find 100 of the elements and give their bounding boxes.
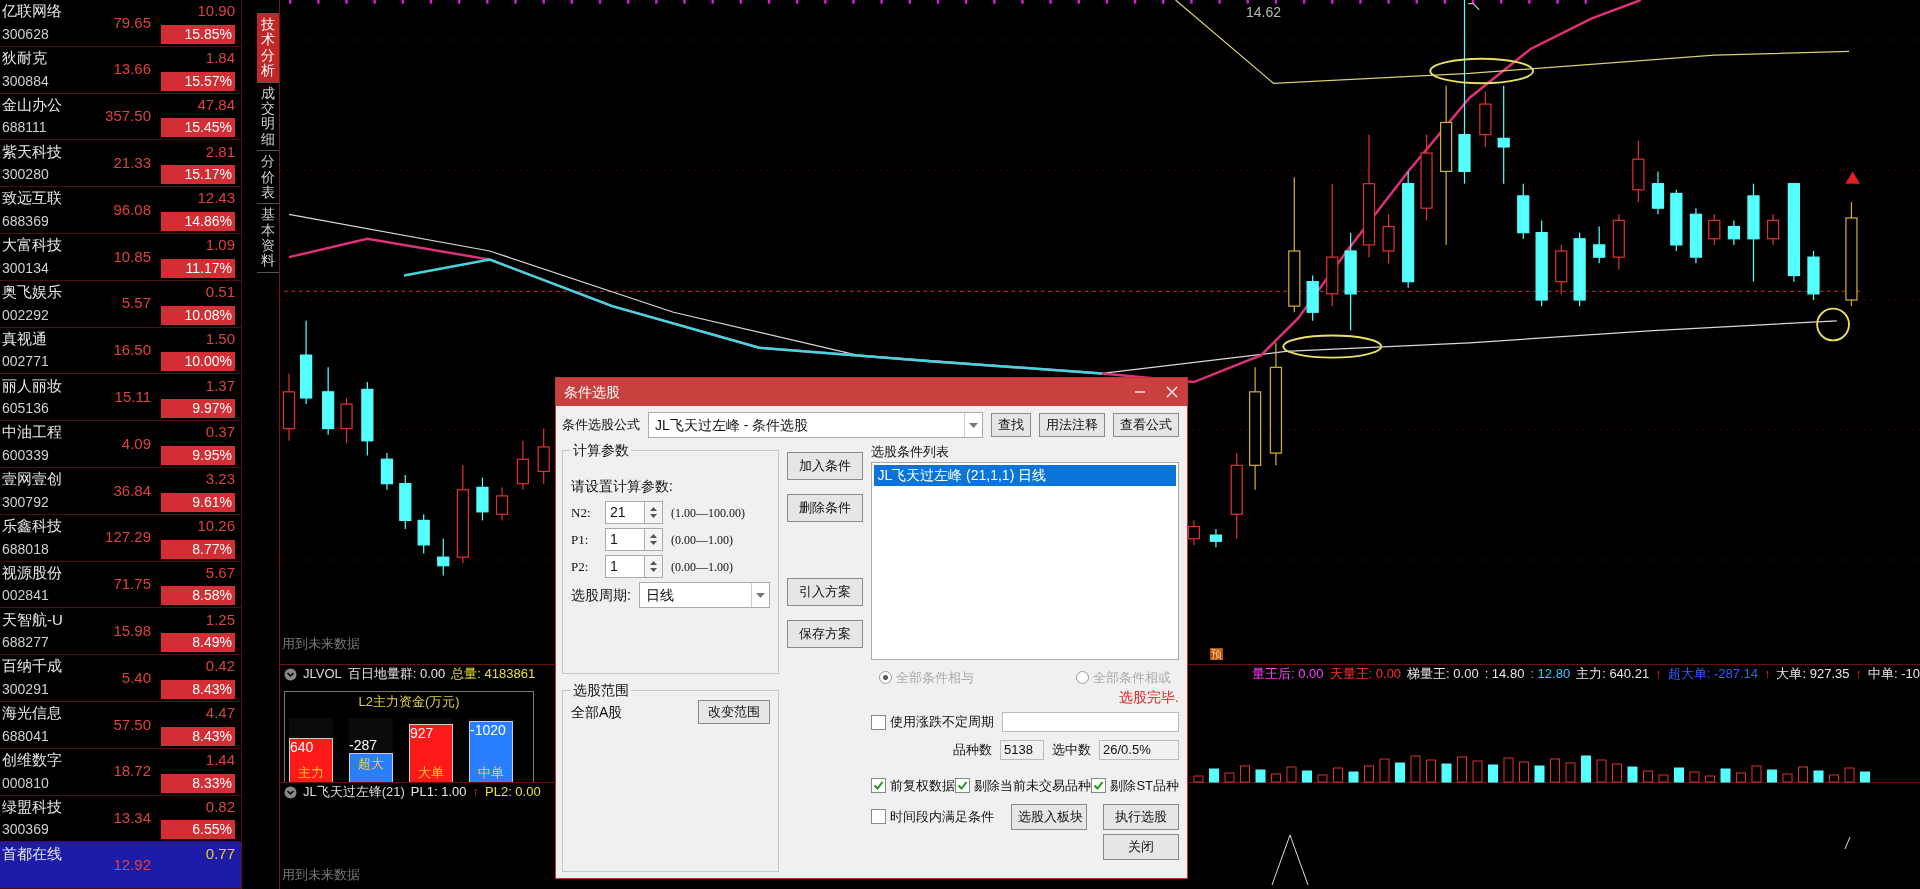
dialog-button[interactable]: 改变范围 (698, 700, 771, 724)
percent-change: 10.00% (161, 352, 235, 372)
volume-bar (1689, 771, 1700, 783)
stock-row[interactable]: 紫天科技 300280 21.33 2.81 15.17% (0, 140, 241, 188)
indicator-value: : 12.80 (1530, 665, 1571, 684)
volume-bar (1674, 767, 1684, 783)
candlestick (1612, 213, 1625, 270)
volume-bar (1829, 774, 1839, 783)
price-change: 3.23 (205, 469, 235, 490)
stock-row[interactable]: 壹网壹创 300792 36.84 3.23 9.61% (0, 467, 241, 515)
stock-name: 紫天科技 (2, 141, 63, 162)
stock-row[interactable]: 海光信息 688041 57.50 4.47 8.43% (0, 701, 241, 749)
side-tab[interactable]: 技术分析 (257, 14, 279, 83)
dialog-button[interactable]: 加入条件 (787, 452, 864, 480)
formula-dropdown[interactable]: JL飞天过左峰 - 条件选股 (648, 412, 983, 438)
indicator-value: 百日地量群: 0.00 (347, 665, 446, 684)
candlestick (437, 538, 450, 577)
stock-row[interactable]: 中油工程 600339 4.09 0.37 9.95% (0, 421, 241, 468)
signal-line (1271, 834, 1309, 886)
dialog-button[interactable]: 保存方案 (787, 620, 864, 648)
indicator-value: 主力: 640.21 (1576, 665, 1650, 684)
field-label: 选股周期: (571, 585, 631, 605)
stock-name: 百纳千成 (2, 656, 63, 677)
tick-icon (957, 780, 969, 792)
highlight-circle (1816, 307, 1850, 342)
stock-name: 海光信息 (2, 703, 63, 724)
stock-row[interactable]: 亿联网络 300628 79.65 10.90 15.85% (0, 0, 241, 47)
dialog-button[interactable]: 查看公式 (1113, 413, 1179, 437)
dialog-button[interactable]: 用法注释 (1039, 413, 1105, 437)
stock-row[interactable]: 奥飞娱乐 002292 5.57 0.51 10.08% (0, 280, 241, 328)
volume-bar (1317, 774, 1328, 783)
dialog-button[interactable]: 选股入板块 (1011, 803, 1087, 830)
signal-line (1844, 836, 1851, 850)
checkbox[interactable] (955, 778, 971, 794)
dialog-button[interactable]: 关闭 (1103, 833, 1179, 860)
volume-bar (1302, 770, 1312, 783)
side-tab[interactable]: 基本资料 (257, 204, 279, 273)
close-icon[interactable] (1165, 385, 1179, 399)
price-change: 47.84 (197, 94, 235, 115)
stock-row[interactable]: 创维数字 000810 18.72 1.44 8.33% (0, 748, 241, 796)
spin-field[interactable]: 21 (605, 501, 645, 524)
volume-bar (1240, 765, 1250, 783)
panel-title: L2主力资金(万元) (358, 693, 460, 711)
stock-price: 71.75 (113, 574, 151, 595)
list-item[interactable]: JL飞天过左峰 (21,1,1) 日线 (874, 464, 1176, 486)
spin-field[interactable]: 1 (605, 555, 645, 578)
stock-row[interactable]: 金山办公 688111 357.50 47.84 15.45% (0, 93, 241, 141)
radio-button[interactable] (879, 670, 893, 684)
radio-label: 全部条件相或 (1093, 668, 1171, 687)
collapse-icon[interactable] (284, 667, 297, 681)
param-label: P2: (571, 557, 590, 576)
percent-change: 8.43% (161, 680, 235, 699)
stock-price: 10.85 (113, 246, 151, 267)
stock-row[interactable]: 百纳千成 300291 5.40 0.42 8.43% (0, 655, 241, 702)
field-label: 条件选股公式 (562, 416, 640, 435)
stock-code: 605136 (2, 399, 50, 419)
checkbox[interactable] (871, 778, 887, 794)
stock-row[interactable]: 首都在线 12.92 0.77 (0, 842, 241, 889)
percent-change: 9.97% (161, 399, 235, 419)
price-change: 0.37 (205, 422, 235, 443)
dialog-button[interactable]: 查找 (991, 413, 1031, 437)
checkbox[interactable] (1091, 778, 1107, 794)
candlestick (476, 476, 489, 521)
radio-button[interactable] (1076, 670, 1089, 684)
side-tab[interactable]: 分价表 (257, 151, 279, 205)
stock-row[interactable]: 大富科技 300134 10.85 1.09 11.17% (0, 234, 241, 281)
dialog-button[interactable]: 执行选股 (1103, 803, 1179, 830)
stock-row[interactable]: 天智航-U 688277 15.98 1.25 8.49% (0, 608, 241, 656)
indicator-name: JLVOL (303, 665, 342, 684)
param-label: P1: (571, 530, 590, 549)
checkbox[interactable] (871, 714, 887, 730)
bar-label: 主力 (297, 763, 325, 782)
dialog-button[interactable]: 删除条件 (787, 494, 864, 522)
volume-bar (1410, 755, 1421, 783)
spin-field[interactable]: 1 (605, 528, 645, 551)
checkbox[interactable] (871, 809, 887, 824)
stock-row[interactable]: 乐鑫科技 688018 127.29 10.26 8.77% (0, 514, 241, 562)
candlestick (340, 397, 353, 444)
collapse-icon[interactable] (284, 785, 297, 799)
input-field[interactable] (1002, 712, 1179, 732)
stock-row[interactable]: 真视通 002771 16.50 1.50 10.00% (0, 327, 241, 375)
stock-code: 688041 (2, 726, 50, 746)
period-dropdown[interactable]: 日线 (638, 582, 771, 608)
percent-change: 8.43% (161, 726, 235, 746)
warning-note: 用到未来数据 (282, 866, 360, 884)
stock-row[interactable]: 致远互联 688369 96.08 12.43 14.86% (0, 187, 241, 234)
indicator-value: : 14.80 (1484, 665, 1525, 684)
dialog-button[interactable]: 引入方案 (787, 578, 864, 606)
stock-row[interactable]: 丽人丽妆 605136 15.11 1.37 9.97% (0, 374, 241, 422)
price-change: 1.09 (205, 235, 235, 256)
price-change: 1.44 (205, 749, 235, 770)
window-title: 条件选股 (564, 382, 620, 402)
arrow-icon: ↑ (1764, 664, 1771, 684)
candlestick (1632, 140, 1645, 203)
volume-bar (1534, 765, 1545, 783)
stock-row[interactable]: 狄耐克 300884 13.66 1.84 15.57% (0, 46, 241, 94)
volume-bar (1596, 759, 1607, 783)
price-change: 2.81 (205, 141, 235, 162)
stock-code: 688111 (2, 118, 48, 138)
stock-row[interactable]: 视源股份 002841 71.75 5.67 8.58% (0, 561, 241, 609)
